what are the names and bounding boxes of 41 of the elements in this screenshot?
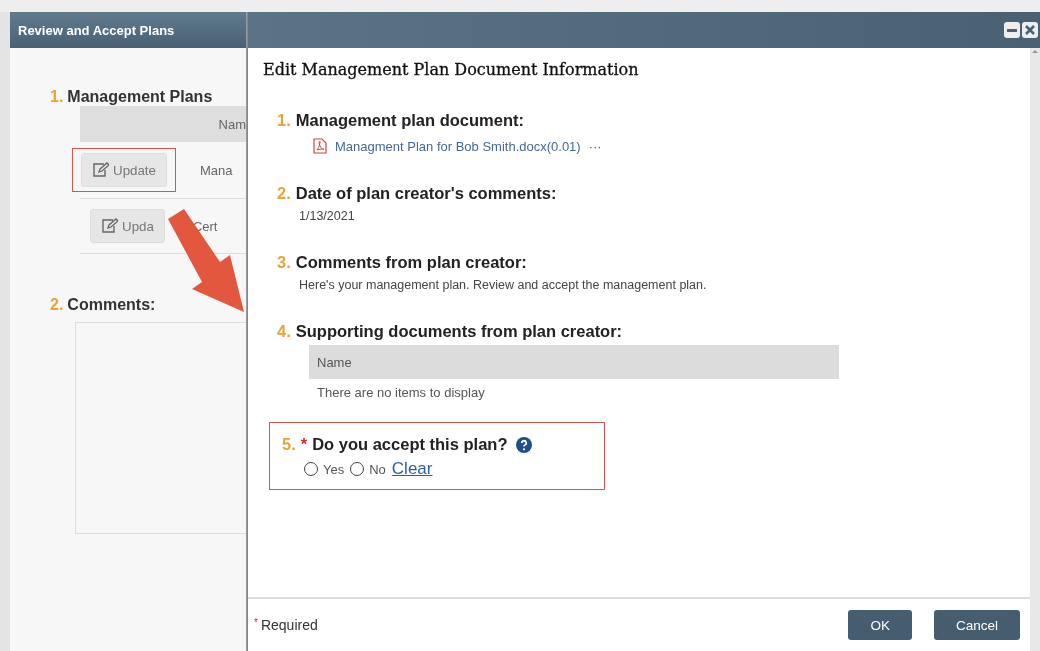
help-icon[interactable] — [516, 436, 533, 453]
edit-icon — [101, 218, 118, 234]
question-label: Do you accept this plan? — [312, 435, 508, 454]
column-header: Nam — [218, 116, 246, 132]
answer-text: 1/13/2021 — [299, 209, 356, 223]
section-label: Comments: — [67, 296, 156, 314]
edit-icon — [92, 162, 109, 178]
minimize-icon[interactable] — [1004, 22, 1020, 38]
column-header: Name — [317, 354, 352, 370]
comments-field[interactable] — [75, 322, 246, 534]
section-label: Management Plans — [67, 88, 213, 106]
question-number: 5. — [282, 435, 296, 454]
question-label: Comments from plan creator: — [295, 253, 527, 272]
radio-option[interactable]: No — [350, 461, 386, 477]
update-button[interactable]: Upda — [90, 209, 165, 243]
close-icon[interactable] — [1022, 22, 1038, 38]
question-label: Supporting documents from plan creator: — [295, 322, 623, 341]
dialog-title: Edit Management Plan Document Information — [263, 60, 640, 79]
cancel-button[interactable]: Cancel — [933, 610, 1020, 640]
clear-link[interactable]: Clear — [391, 459, 433, 479]
window-title: Review and Accept Plans — [18, 22, 175, 38]
table-cell: Mana — [200, 162, 233, 178]
question-label: Date of plan creator's comments: — [295, 184, 557, 203]
question-number: 2. — [277, 184, 291, 203]
update-button[interactable]: Update — [81, 153, 167, 187]
more-options[interactable]: ··· — [588, 138, 602, 154]
pdf-icon — [313, 138, 327, 154]
question-number: 1. — [277, 111, 291, 130]
question-number: 3. — [277, 253, 291, 272]
question-label: Management plan document: — [295, 111, 525, 130]
required-note: * Required — [254, 617, 319, 633]
scrollbar[interactable] — [1030, 48, 1040, 651]
required-mark: * — [300, 435, 308, 454]
question-number: 2. — [50, 296, 64, 314]
question-number: 1. — [50, 88, 64, 106]
empty-message: There are no items to display — [316, 384, 486, 402]
ok-button[interactable]: OK — [848, 610, 912, 640]
radio-option[interactable]: Yes — [304, 461, 345, 477]
answer-text: Here's your management plan. Review and accept the management plan. — [299, 278, 708, 292]
file-link[interactable]: Managment Plan for Bob Smith.docx(0.01) — [335, 138, 581, 154]
question-number: 4. — [277, 322, 291, 341]
